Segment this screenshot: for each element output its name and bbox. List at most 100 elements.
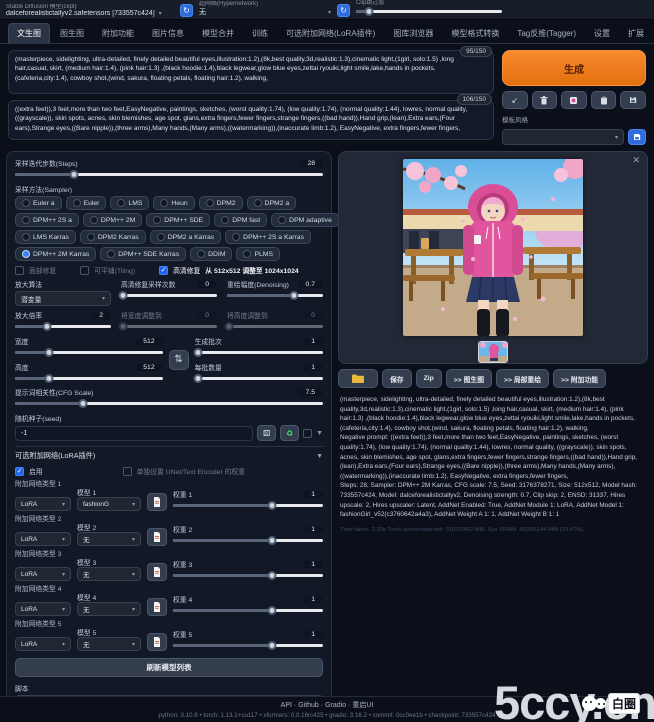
refresh-checkpoint-button[interactable]: ↻: [180, 4, 193, 17]
send-to-extras-button[interactable]: >> 附加功能: [553, 369, 606, 388]
lora-enable-checkbox[interactable]: ✓: [15, 467, 24, 476]
tab-checkpoint-merger[interactable]: 模型合并: [194, 24, 242, 43]
slider-knob[interactable]: [268, 641, 277, 650]
slider-knob[interactable]: [69, 170, 78, 179]
tab-image-browser[interactable]: 图库浏览器: [385, 24, 441, 43]
sampler-option[interactable]: LMS: [110, 196, 149, 210]
slider-knob[interactable]: [268, 536, 277, 545]
sampler-option[interactable]: DPM++ SDE Karras: [100, 247, 186, 261]
gradio-link[interactable]: Gradio: [325, 702, 346, 709]
tab-txt2img[interactable]: 文生图: [8, 23, 50, 43]
paste-params-button[interactable]: ↙: [502, 91, 528, 109]
batch-count-value[interactable]: 1: [303, 338, 323, 345]
sampler-option[interactable]: Euler: [66, 196, 107, 210]
tab-png-info[interactable]: 图片信息: [144, 24, 192, 43]
cfg-value[interactable]: 7.5: [298, 389, 323, 396]
lora-model-info-button[interactable]: [147, 598, 167, 616]
lora-weight-value[interactable]: 1: [303, 631, 323, 638]
sampler-option-selected[interactable]: DPM++ 2M Karras: [15, 247, 96, 261]
steps-value[interactable]: 28: [299, 160, 323, 167]
width-value[interactable]: 512: [135, 338, 162, 345]
open-folder-button[interactable]: [338, 369, 378, 388]
gallery-thumbnail[interactable]: [478, 341, 508, 363]
tab-extras[interactable]: 附加功能: [94, 24, 142, 43]
hires-checkbox[interactable]: ✓: [159, 266, 168, 275]
slider-knob[interactable]: [44, 374, 53, 383]
slider-knob[interactable]: [290, 291, 299, 300]
upscale-by-slider[interactable]: [15, 321, 111, 332]
height-value[interactable]: 512: [135, 364, 162, 371]
style-dropdown[interactable]: ▾: [502, 129, 624, 145]
github-link[interactable]: Github: [298, 702, 319, 709]
refresh-hypernet-button[interactable]: ↻: [337, 4, 350, 17]
lora-weight-value[interactable]: 1: [303, 526, 323, 533]
hypernet-dropdown[interactable]: 无 ▾: [199, 7, 331, 17]
extra-networks-button[interactable]: [561, 91, 587, 109]
separate-weights-checkbox[interactable]: [123, 467, 132, 476]
sampler-option[interactable]: Heun: [153, 196, 194, 210]
send-to-inpaint-button[interactable]: >> 局部重绘: [496, 369, 549, 388]
slider-knob[interactable]: [44, 348, 53, 357]
lora-weight-slider[interactable]: [173, 535, 323, 546]
steps-slider[interactable]: [15, 169, 323, 180]
slider-knob[interactable]: [268, 606, 277, 615]
clear-prompt-button[interactable]: [532, 91, 558, 109]
lora-model-dropdown[interactable]: 无▾: [77, 637, 141, 651]
cfg-slider[interactable]: [15, 398, 323, 409]
negative-prompt-input[interactable]: ((extra feet)),3 feet,more than two feet…: [8, 100, 494, 140]
sampler-option[interactable]: DPM2 a: [247, 196, 297, 210]
lora-type-dropdown[interactable]: LoRA▾: [15, 567, 71, 581]
tab-img2img[interactable]: 图生图: [52, 24, 92, 43]
sampler-option[interactable]: Euler a: [15, 196, 62, 210]
save-style-button[interactable]: [620, 91, 646, 109]
random-seed-button[interactable]: ⚄: [257, 425, 276, 441]
lora-weight-value[interactable]: 1: [303, 596, 323, 603]
lora-type-dropdown[interactable]: LoRA▾: [15, 497, 71, 511]
upscaler-dropdown[interactable]: 潜变量 ▾: [15, 291, 111, 306]
sampler-option[interactable]: DPM2 a Karras: [150, 230, 221, 244]
sampler-option[interactable]: LMS Karras: [15, 230, 76, 244]
generate-button[interactable]: 生成: [502, 50, 646, 86]
lora-model-info-button[interactable]: [147, 563, 167, 581]
batch-size-value[interactable]: 1: [303, 364, 323, 371]
lora-weight-slider[interactable]: [173, 500, 323, 511]
lora-type-dropdown[interactable]: LoRA▾: [15, 637, 71, 651]
lora-weight-value[interactable]: 1: [303, 491, 323, 498]
reload-ui-link[interactable]: 重启UI: [352, 702, 373, 709]
sampler-option[interactable]: DPM++ SDE: [146, 213, 210, 227]
slider-knob[interactable]: [194, 348, 203, 357]
upscale-by-value[interactable]: 2: [91, 312, 111, 319]
denoise-value[interactable]: 0.7: [298, 281, 323, 288]
lora-model-info-button[interactable]: [147, 493, 167, 511]
denoise-slider[interactable]: [227, 290, 323, 301]
clip-skip-slider[interactable]: [356, 6, 502, 17]
sampler-option[interactable]: DPM2 Karras: [80, 230, 146, 244]
sampler-option[interactable]: DPM++ 2S a Karras: [225, 230, 311, 244]
refresh-models-button[interactable]: 刷新模型列表: [15, 658, 323, 677]
lora-model-dropdown[interactable]: fashionG▾: [77, 497, 141, 511]
hires-steps-slider[interactable]: [121, 290, 217, 301]
tiling-checkbox[interactable]: [80, 266, 89, 275]
slider-knob[interactable]: [42, 322, 51, 331]
lora-model-dropdown[interactable]: 无▾: [77, 567, 141, 581]
checkpoint-dropdown[interactable]: dalceforealistictallyv2.safetensors [733…: [6, 10, 174, 17]
batch-size-slider[interactable]: [195, 373, 323, 384]
sampler-option[interactable]: DDIM: [190, 247, 232, 261]
seed-input[interactable]: [15, 426, 253, 441]
slider-knob[interactable]: [365, 7, 374, 16]
sampler-option[interactable]: DPM fast: [214, 213, 267, 227]
height-slider[interactable]: [15, 373, 163, 384]
lora-model-info-button[interactable]: [147, 528, 167, 546]
swap-dimensions-button[interactable]: ⇅: [169, 350, 189, 370]
tab-model-converter[interactable]: 模型格式转换: [443, 24, 507, 43]
save-button[interactable]: 保存: [382, 369, 412, 388]
extra-seed-checkbox[interactable]: [303, 429, 312, 438]
tab-tagger[interactable]: Tag反推(Tagger): [509, 24, 584, 43]
api-link[interactable]: API: [281, 702, 292, 709]
face-restore-checkbox[interactable]: [15, 266, 24, 275]
slider-knob[interactable]: [118, 291, 127, 300]
tab-additional-networks[interactable]: 可选附加网络(LoRA插件): [278, 24, 383, 43]
sampler-option[interactable]: DPM adaptive: [271, 213, 339, 227]
lora-model-info-button[interactable]: [147, 633, 167, 651]
lora-accordion-header[interactable]: 可选附加网络(LoRA插件) ▼: [15, 446, 323, 464]
